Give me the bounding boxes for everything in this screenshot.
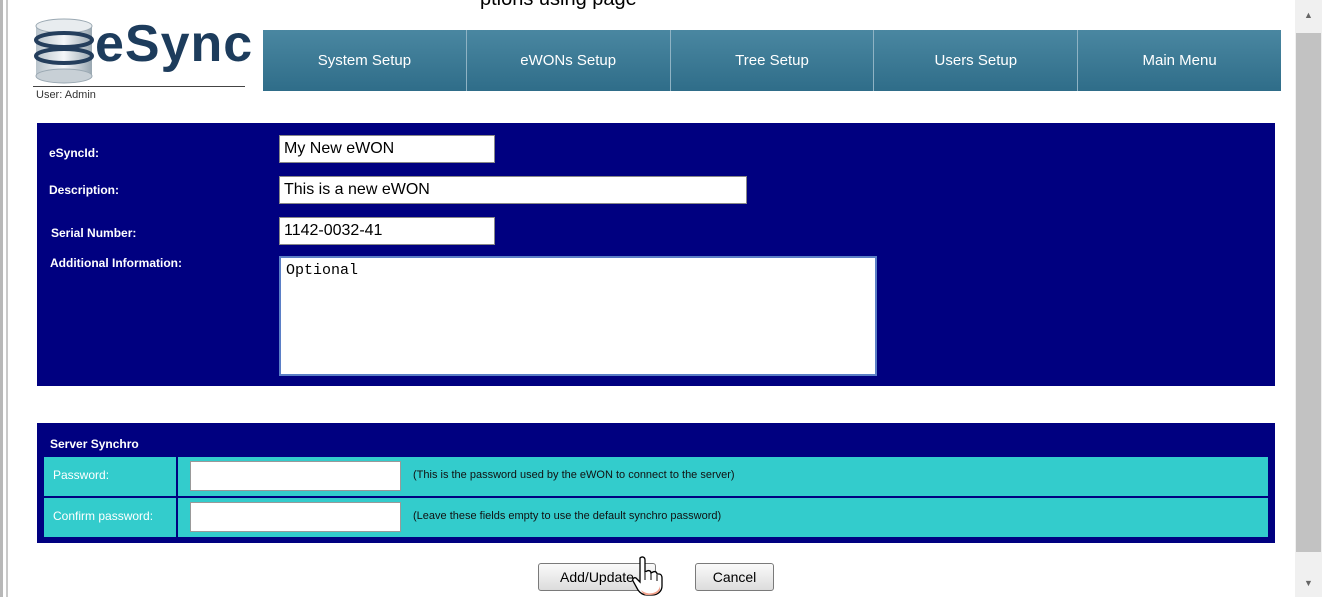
password-input[interactable] (190, 461, 401, 491)
database-icon (34, 18, 94, 84)
description-label: Description: (49, 183, 120, 197)
esyncid-label: eSyncId: (49, 146, 100, 160)
nav-tree-setup[interactable]: Tree Setup (670, 30, 875, 91)
confirm-password-input[interactable] (190, 502, 401, 532)
hand-cursor-icon (632, 556, 663, 596)
server-synchro-title: Server Synchro (50, 437, 139, 451)
scroll-thumb[interactable] (1296, 33, 1321, 552)
additional-info-textarea[interactable]: Optional (279, 256, 877, 376)
confirm-password-note: (Leave these fields empty to use the def… (413, 510, 722, 522)
nav-system-setup[interactable]: System Setup (263, 30, 467, 91)
ewon-form-panel: eSyncId: Description: Serial Number: Add… (37, 123, 1275, 386)
description-input[interactable] (279, 176, 747, 204)
esyncid-input[interactable] (279, 135, 495, 163)
esync-logo: eSync User: Admin (33, 16, 252, 104)
logo-text: eSync (95, 15, 254, 73)
user-label: User: Admin (36, 89, 96, 101)
left-border (0, 0, 3, 597)
scroll-down-arrow-icon[interactable]: ▼ (1304, 578, 1313, 588)
cancel-button[interactable]: Cancel (695, 563, 774, 591)
serial-number-label: Serial Number: (51, 226, 137, 240)
confirm-password-row: Confirm password: (Leave these fields em… (44, 498, 1268, 537)
logo-divider (33, 86, 245, 87)
confirm-password-label: Confirm password: (44, 498, 178, 537)
nav-main-menu[interactable]: Main Menu (1078, 30, 1281, 91)
vertical-scrollbar[interactable]: ▲ ▼ (1295, 0, 1322, 597)
additional-info-label: Additional Information: (50, 256, 182, 270)
server-synchro-panel: Server Synchro Password: (This is the pa… (37, 423, 1275, 543)
nav-ewons-setup[interactable]: eWONs Setup (466, 30, 671, 91)
password-note: (This is the password used by the eWON t… (413, 469, 735, 481)
nav-users-setup[interactable]: Users Setup (874, 30, 1079, 91)
page-top-text: ptions using page (480, 0, 637, 11)
left-border-inner (6, 0, 8, 597)
password-label: Password: (44, 457, 178, 496)
scroll-up-arrow-icon[interactable]: ▲ (1304, 10, 1313, 20)
serial-number-input[interactable] (279, 217, 495, 245)
main-nav: System Setup eWONs Setup Tree Setup User… (263, 30, 1281, 91)
password-row: Password: (This is the password used by … (44, 457, 1268, 496)
